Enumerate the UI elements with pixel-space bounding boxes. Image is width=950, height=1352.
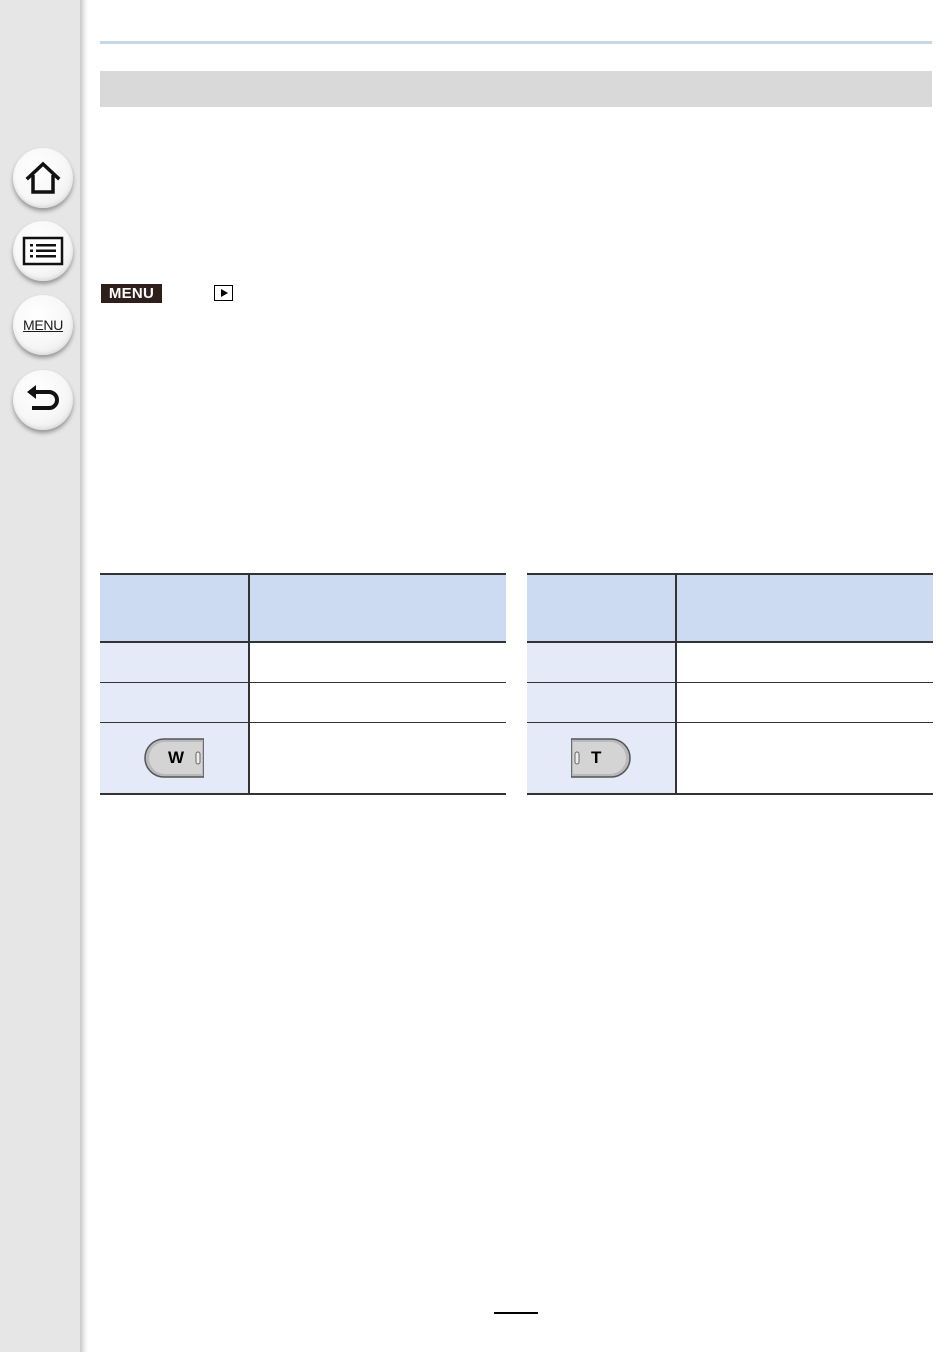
top-rule (100, 41, 932, 44)
zoom-lever-tele-icon: T (571, 738, 631, 778)
table-of-contents-icon (22, 236, 64, 266)
lever-label-w: W (168, 748, 185, 767)
table-header-row (527, 573, 933, 643)
table-row (527, 682, 933, 723)
table-cell (676, 642, 933, 683)
table-cell (527, 642, 677, 683)
header-cell (100, 573, 250, 643)
section-title-bar (100, 71, 932, 107)
table-cell (676, 722, 933, 795)
sidebar-edge (80, 0, 88, 1352)
menu-badge: MENU (101, 283, 162, 303)
page-number-underline (494, 1312, 538, 1314)
header-cell (527, 573, 677, 643)
menu-button[interactable]: MENU (13, 295, 73, 355)
zoom-lever-wide-icon: W (144, 738, 204, 778)
table-cell: T (527, 722, 677, 795)
table-row: W (100, 722, 506, 795)
table-cell (249, 722, 506, 795)
table-cell (249, 682, 506, 723)
table-of-contents-button[interactable] (13, 221, 73, 281)
back-arrow-icon (23, 383, 63, 417)
zoom-table-right: T (527, 573, 933, 795)
header-cell (676, 573, 933, 643)
table-cell (100, 682, 250, 723)
home-button[interactable] (13, 148, 73, 208)
zoom-table-left: W (100, 573, 506, 795)
table-cell (100, 642, 250, 683)
home-icon (23, 160, 63, 196)
menu-path: MENU (101, 283, 233, 303)
table-row: T (527, 722, 933, 795)
lever-label-t: T (591, 748, 602, 767)
table-row (100, 682, 506, 723)
playback-icon (214, 285, 233, 301)
table-cell (676, 682, 933, 723)
table-cell (249, 642, 506, 683)
table-cell (527, 682, 677, 723)
header-cell (249, 573, 506, 643)
back-button[interactable] (13, 370, 73, 430)
table-row (100, 642, 506, 683)
menu-button-label: MENU (22, 317, 64, 333)
table-cell: W (100, 722, 250, 795)
table-row (527, 642, 933, 683)
table-header-row (100, 573, 506, 643)
